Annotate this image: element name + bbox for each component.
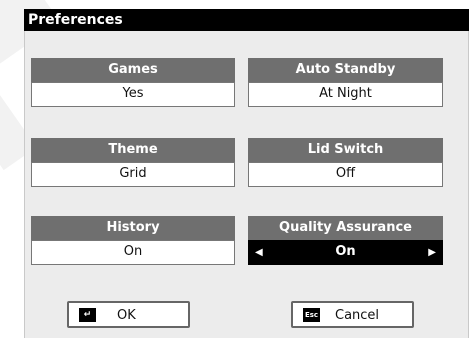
setting-label-games: Games (31, 58, 235, 82)
esc-key-icon: Esc (303, 308, 320, 322)
setting-history[interactable]: History On (31, 216, 235, 265)
ok-button-label: OK (117, 308, 136, 323)
arrow-left-icon[interactable]: ◀ (255, 241, 263, 264)
setting-games[interactable]: Games Yes (31, 58, 235, 107)
enter-key-icon: ↵ (79, 308, 96, 322)
setting-label-quality-assurance: Quality Assurance (248, 216, 443, 240)
setting-value-auto-standby[interactable]: At Night (248, 82, 443, 107)
setting-value-lid-switch[interactable]: Off (248, 162, 443, 187)
title-bar: Preferences (24, 9, 469, 31)
selected-value-text: On (335, 244, 356, 259)
setting-label-lid-switch: Lid Switch (248, 138, 443, 162)
arrow-right-icon[interactable]: ▶ (428, 241, 436, 264)
setting-quality-assurance[interactable]: Quality Assurance ◀ On ▶ (248, 216, 443, 265)
setting-value-theme[interactable]: Grid (31, 162, 235, 187)
cancel-button[interactable]: Esc Cancel (291, 301, 414, 328)
window-title: Preferences (28, 12, 123, 28)
setting-value-games[interactable]: Yes (31, 82, 235, 107)
ok-button[interactable]: ↵ OK (67, 301, 190, 328)
setting-label-history: History (31, 216, 235, 240)
setting-auto-standby[interactable]: Auto Standby At Night (248, 58, 443, 107)
setting-label-theme: Theme (31, 138, 235, 162)
setting-theme[interactable]: Theme Grid (31, 138, 235, 187)
setting-label-auto-standby: Auto Standby (248, 58, 443, 82)
setting-value-history[interactable]: On (31, 240, 235, 265)
cancel-button-label: Cancel (335, 308, 380, 323)
setting-value-quality-assurance[interactable]: ◀ On ▶ (248, 240, 443, 265)
setting-lid-switch[interactable]: Lid Switch Off (248, 138, 443, 187)
preferences-panel: Games Yes Auto Standby At Night Theme Gr… (24, 31, 469, 338)
